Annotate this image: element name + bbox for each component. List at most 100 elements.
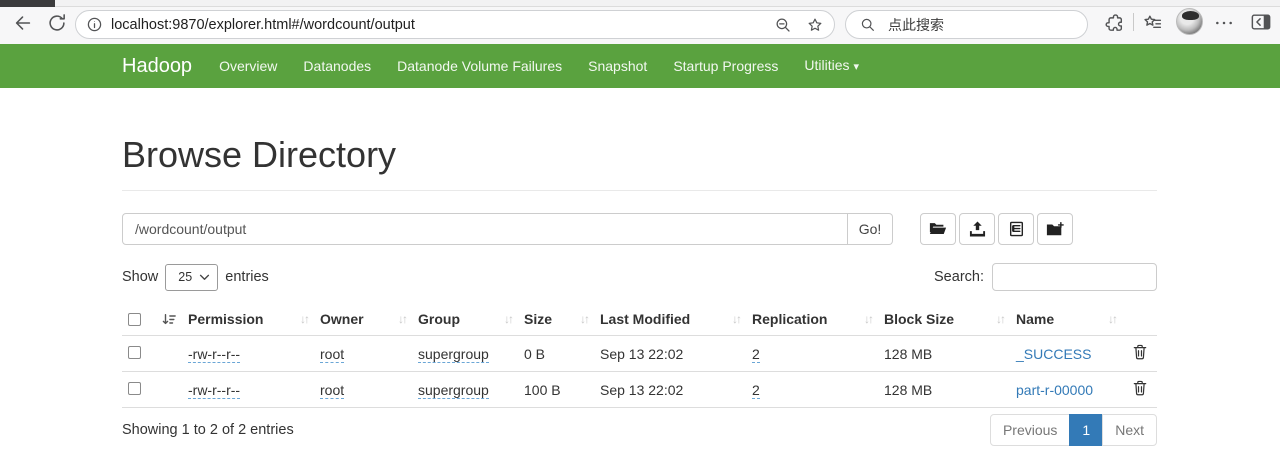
table-row: -rw-r--r-- root supergroup 100 B Sep 13 … [122,371,1157,408]
permission-cell[interactable]: -rw-r--r-- [188,381,241,399]
page-size-value: 25 [178,270,193,284]
new-folder-icon [1046,221,1064,236]
table-search-input[interactable] [992,263,1157,291]
next-page-button[interactable]: Next [1102,414,1157,446]
file-action-buttons [920,213,1073,245]
table-row: -rw-r--r-- root supergroup 0 B Sep 13 22… [122,335,1157,372]
entries-info: Showing 1 to 2 of 2 entries [122,422,294,438]
browser-tab[interactable] [0,0,55,7]
more-menu-icon[interactable] [1214,15,1234,31]
table-header-row: Permission ↓↑ Owner ↓↑ Group ↓↑ Size ↓↑ Last… [122,303,1157,336]
favorites-bar-icon[interactable] [1142,12,1163,33]
chevron-down-icon [200,274,210,280]
nav-dropdown-utilities[interactable]: Utilities ▾ [791,43,872,89]
file-name-link[interactable]: part-r-00000 [1016,382,1093,398]
sort-icon[interactable]: ↓↑ [1108,312,1118,326]
directory-path-input[interactable] [122,213,848,245]
col-header-permission[interactable]: Permission ↓↑ [182,303,314,336]
sort-icon[interactable]: ↓↑ [580,312,590,326]
sort-icon[interactable]: ↓↑ [398,312,408,326]
sort-icon[interactable]: ↓↑ [996,312,1006,326]
sort-icon[interactable]: ↓↑ [864,312,874,326]
refresh-icon[interactable] [46,12,68,34]
navbar-brand[interactable]: Hadoop [122,55,192,78]
col-header-actions [1122,303,1157,336]
folder-open-icon [929,223,947,234]
sort-icon[interactable]: ↓↑ [732,312,742,326]
hadoop-navbar: Hadoop Overview Datanodes Datanode Volum… [0,44,1280,88]
nav-item-startup-progress[interactable]: Startup Progress [660,44,791,88]
page-size-select[interactable]: 25 [165,263,219,291]
upload-icon [969,221,985,237]
block-size-cell: 128 MB [878,371,1010,408]
delete-file-icon[interactable] [1133,344,1147,363]
page-1-button[interactable]: 1 [1069,414,1104,446]
replication-cell[interactable]: 2 [752,345,760,363]
tab-strip [0,0,1280,7]
url-text[interactable]: localhost:9870/explorer.html#/wordcount/… [111,17,760,33]
owner-cell[interactable]: root [320,381,345,399]
nav-item-overview[interactable]: Overview [206,44,290,88]
table-body: -rw-r--r-- root supergroup 0 B Sep 13 22… [122,335,1157,408]
row-checkbox[interactable] [128,381,141,395]
favorite-star-icon[interactable] [806,16,824,34]
sidebar-panel-icon[interactable] [1250,12,1272,32]
toolbar-divider [1133,13,1134,31]
col-header-group[interactable]: Group ↓↑ [412,303,518,336]
file-table: Permission ↓↑ Owner ↓↑ Group ↓↑ Size ↓↑ Last… [122,303,1157,408]
site-info-icon[interactable] [86,16,103,33]
back-icon[interactable] [12,12,34,34]
address-bar[interactable]: localhost:9870/explorer.html#/wordcount/… [75,10,835,39]
zoom-out-icon[interactable] [774,16,792,34]
nav-item-datanodes[interactable]: Datanodes [290,44,384,88]
table-footer: Showing 1 to 2 of 2 entries Previous 1 N… [122,414,1157,446]
col-header-block-size[interactable]: Block Size ↓↑ [878,303,1010,336]
permission-cell[interactable]: -rw-r--r-- [188,345,241,363]
cut-paste-button[interactable] [998,213,1034,245]
search-controls: Search: [934,263,1157,291]
open-folder-button[interactable] [920,213,956,245]
caret-down-icon: ▾ [853,61,860,73]
extensions-icon[interactable] [1104,12,1125,33]
col-header-name[interactable]: Name ↓↑ [1010,303,1122,336]
file-name-link[interactable]: _SUCCESS [1016,346,1091,362]
previous-page-button[interactable]: Previous [989,414,1071,446]
profile-avatar[interactable] [1176,8,1203,35]
sort-icon[interactable]: ↓↑ [504,312,514,326]
col-header-size[interactable]: Size ↓↑ [518,303,594,336]
create-directory-button[interactable] [1037,213,1073,245]
delete-file-icon[interactable] [1133,380,1147,399]
col-header-owner[interactable]: Owner ↓↑ [314,303,412,336]
group-cell[interactable]: supergroup [418,381,489,399]
row-checkbox[interactable] [128,345,141,359]
select-all-header [122,303,182,336]
size-cell: 100 B [518,371,594,408]
modified-cell: Sep 13 22:02 [594,371,746,408]
replication-cell[interactable]: 2 [752,381,760,399]
col-header-replication[interactable]: Replication ↓↑ [746,303,878,336]
path-row: Go! [122,213,1157,245]
table-controls: Show 25 entries Search: [122,263,1157,291]
owner-cell[interactable]: root [320,345,345,363]
search-icon [860,17,876,33]
browser-chrome: localhost:9870/explorer.html#/wordcount/… [0,0,1280,44]
pagination: Previous 1 Next [989,414,1157,446]
browser-search-box[interactable]: 点此搜索 [845,10,1088,39]
clipboard-list-icon [1009,221,1023,237]
sort-icon[interactable]: ↓↑ [300,312,310,326]
size-cell: 0 B [518,335,594,372]
block-size-cell: 128 MB [878,335,1010,372]
upload-files-button[interactable] [959,213,995,245]
sort-asc-icon[interactable] [162,313,176,326]
show-label: Show [122,269,159,285]
browser-search-placeholder: 点此搜索 [888,16,944,33]
path-input-group: Go! [122,213,893,245]
go-button[interactable]: Go! [848,213,893,245]
utilities-label: Utilities [804,57,850,73]
modified-cell: Sep 13 22:02 [594,335,746,372]
group-cell[interactable]: supergroup [418,345,489,363]
select-all-checkbox[interactable] [128,312,141,326]
col-header-last-modified[interactable]: Last Modified ↓↑ [594,303,746,336]
nav-item-datanode-volume-failures[interactable]: Datanode Volume Failures [384,44,575,88]
nav-item-snapshot[interactable]: Snapshot [575,44,660,88]
